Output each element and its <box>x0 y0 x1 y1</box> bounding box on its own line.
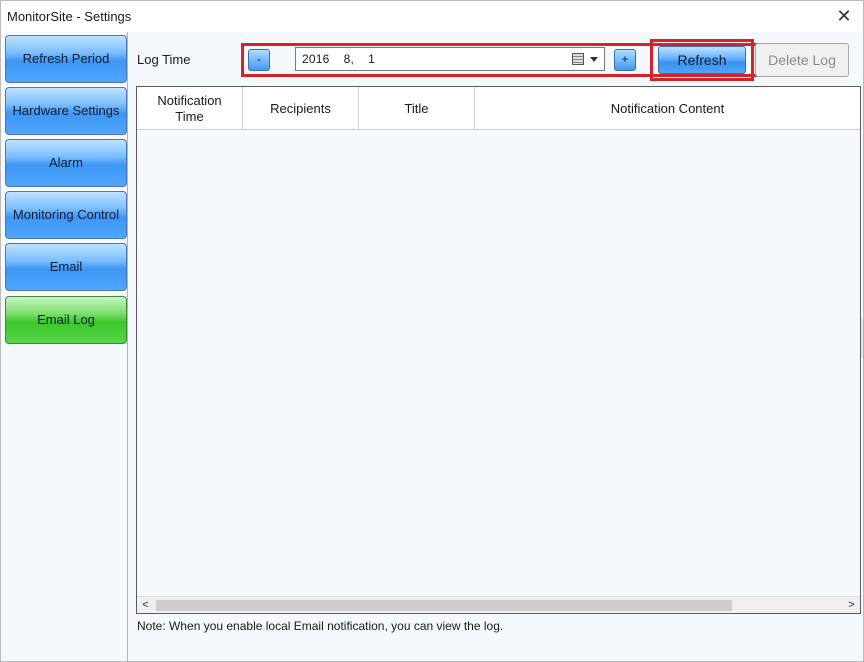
refresh-button[interactable]: Refresh <box>658 46 746 74</box>
title-bar: MonitorSite - Settings ✕ <box>1 1 863 32</box>
table-header: Notification Time Recipients Title Notif… <box>137 87 860 130</box>
sidebar-item-hardware-settings[interactable]: Hardware Settings <box>5 87 127 135</box>
scrollbar-thumb[interactable] <box>156 600 732 611</box>
settings-window: MonitorSite - Settings ✕ Refresh Period … <box>0 0 864 662</box>
sidebar-item-alarm[interactable]: Alarm <box>5 139 127 187</box>
scroll-left-icon[interactable]: < <box>137 597 154 614</box>
log-time-label: Log Time <box>137 52 191 67</box>
sidebar-item-monitoring-control[interactable]: Monitoring Control <box>5 191 127 239</box>
delete-log-button[interactable]: Delete Log <box>755 43 849 77</box>
log-date-value: 2016 8, 1 <box>302 52 376 66</box>
log-date-picker[interactable]: 2016 8, 1 <box>295 47 605 71</box>
column-header-notification-time[interactable]: Notification Time <box>137 87 243 130</box>
date-increment-button[interactable]: + <box>614 49 636 71</box>
info-note: Note: When you enable local Email notifi… <box>137 619 504 633</box>
main-panel: VERY PIXEL LED EXPERT Log Time - 2016 8,… <box>129 32 864 661</box>
email-log-table: Notification Time Recipients Title Notif… <box>136 86 861 614</box>
close-icon[interactable]: ✕ <box>833 5 855 27</box>
sidebar-item-email-log[interactable]: Email Log <box>5 296 127 344</box>
calendar-icon[interactable] <box>572 53 584 65</box>
horizontal-scrollbar[interactable]: < > <box>137 596 860 613</box>
sidebar-item-email[interactable]: Email <box>5 243 127 291</box>
column-header-recipients[interactable]: Recipients <box>243 87 359 130</box>
date-decrement-button[interactable]: - <box>248 49 270 71</box>
column-header-notification-content[interactable]: Notification Content <box>475 87 860 130</box>
column-header-title[interactable]: Title <box>359 87 475 130</box>
window-title: MonitorSite - Settings <box>7 9 132 24</box>
scroll-right-icon[interactable]: > <box>843 597 860 614</box>
sidebar: Refresh Period Hardware Settings Alarm M… <box>1 32 128 661</box>
chevron-down-icon[interactable] <box>590 57 598 62</box>
sidebar-item-refresh-period[interactable]: Refresh Period <box>5 35 127 83</box>
